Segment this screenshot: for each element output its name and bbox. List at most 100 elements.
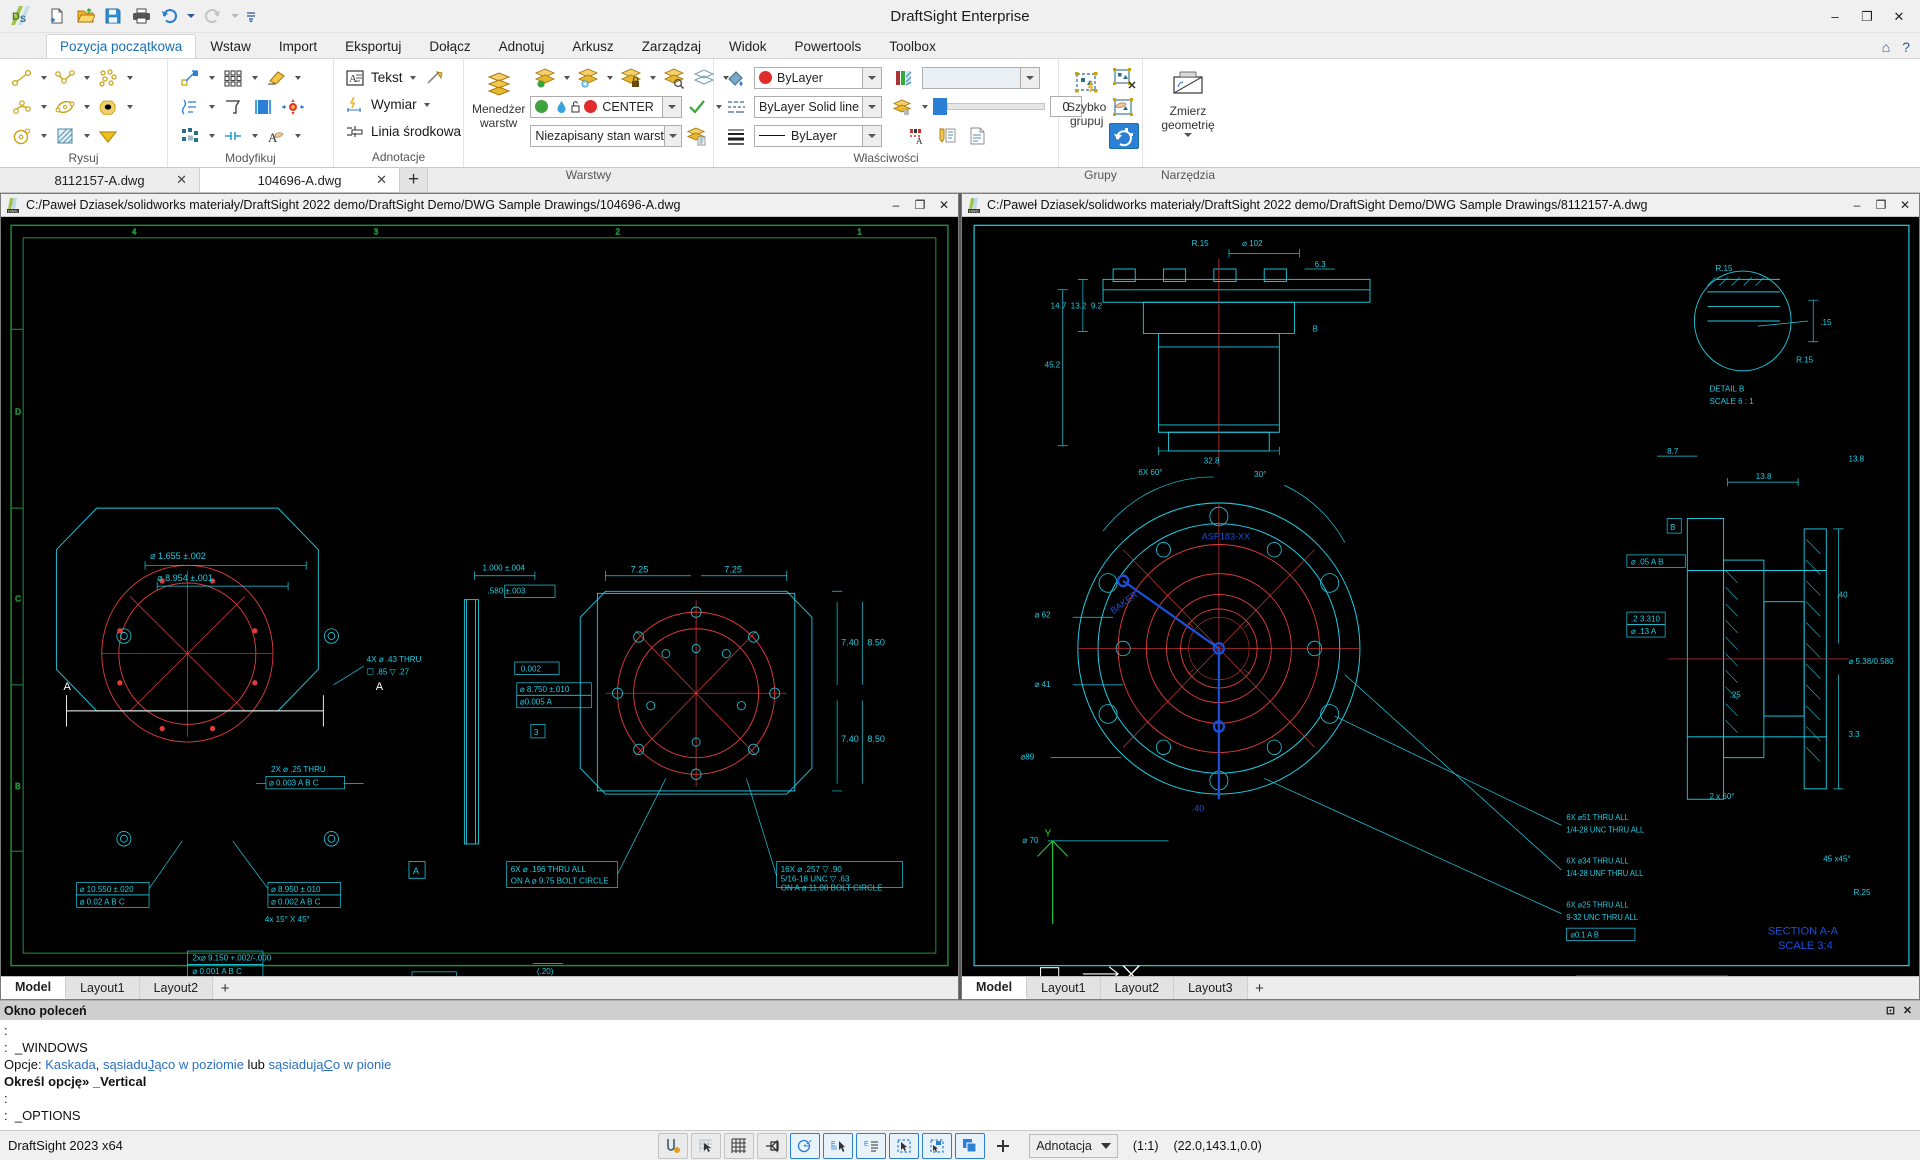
measure-dropdown-icon[interactable]	[1184, 133, 1192, 137]
tab-widok[interactable]: Widok	[715, 34, 781, 58]
measure-geometry-button[interactable]: Zmierz geometrię	[1150, 64, 1226, 166]
layer-lock-icon[interactable]	[616, 65, 646, 91]
drawing-maximize-button[interactable]: ❐	[1869, 195, 1893, 216]
undo-icon[interactable]	[156, 3, 182, 29]
text-button[interactable]: A Tekst	[341, 64, 407, 91]
grid-snap-toggle-icon[interactable]	[691, 1133, 721, 1159]
layer-freeze-icon[interactable]	[573, 65, 603, 91]
transparency-layer-icon[interactable]	[888, 94, 918, 120]
hatch-icon[interactable]	[50, 123, 80, 149]
current-layer-arrow-icon[interactable]	[662, 97, 681, 117]
select-group-icon[interactable]	[1109, 123, 1139, 149]
quick-group-button[interactable]: Szybko grupuj	[1066, 64, 1107, 166]
drawing-canvas-8112157[interactable]: 45.2 14.713.2 9.2 32.8 ⌀ 102 R.15 6.3 B	[962, 217, 1919, 976]
lineweight-arrow-icon[interactable]	[862, 126, 881, 146]
point-dropdown-icon[interactable]	[123, 65, 136, 91]
doc-tab-8112157[interactable]: 8112157-A.dwg ✕	[0, 168, 200, 192]
annotation-scale-combo[interactable]: Adnotacja	[1029, 1134, 1118, 1158]
move-icon[interactable]	[175, 65, 205, 91]
text-dropdown-icon[interactable]	[407, 65, 420, 91]
edit-group-icon[interactable]	[1109, 94, 1139, 120]
ellipse-icon[interactable]	[50, 94, 80, 120]
edit-text-icon[interactable]: A	[261, 123, 291, 149]
doc-tab-close-icon[interactable]: ✕	[176, 172, 187, 188]
drawing-minimize-button[interactable]: –	[884, 195, 908, 216]
new-layer-icon[interactable]	[530, 65, 560, 91]
command-option-horizontal[interactable]: sąsiaduJąco w poziomie	[103, 1057, 244, 1072]
minimize-button[interactable]: –	[1820, 4, 1850, 30]
polar-guides-toggle-icon[interactable]	[790, 1133, 820, 1159]
circle-icon[interactable]	[7, 123, 37, 149]
block-dropdown-icon[interactable]	[205, 123, 218, 149]
trim-dropdown-icon[interactable]	[205, 94, 218, 120]
chamfer-icon[interactable]	[218, 94, 248, 120]
tab-import[interactable]: Import	[265, 34, 331, 58]
customize-qat-icon[interactable]	[244, 3, 258, 29]
array-icon[interactable]	[218, 65, 248, 91]
add-layout-button[interactable]: +	[213, 977, 237, 999]
arc-dropdown-icon[interactable]	[37, 94, 50, 120]
print-style-combo[interactable]	[922, 67, 1040, 89]
drawing-maximize-button[interactable]: ❐	[908, 195, 932, 216]
arc-icon[interactable]	[7, 94, 37, 120]
layer-lock-dropdown-icon[interactable]	[646, 65, 659, 91]
polyline-dropdown-icon[interactable]	[80, 65, 93, 91]
color-palette-icon[interactable]	[888, 65, 918, 91]
layer-manager-button[interactable]: Menedżer warstw	[471, 64, 526, 166]
ellipse-dropdown-icon[interactable]	[80, 94, 93, 120]
add-layout-button[interactable]: +	[1248, 977, 1272, 999]
erase-icon[interactable]	[261, 65, 291, 91]
move-dropdown-icon[interactable]	[205, 65, 218, 91]
tab-powertools[interactable]: Powertools	[780, 34, 875, 58]
new-document-icon[interactable]	[44, 3, 70, 29]
layer-inspect-icon[interactable]	[659, 65, 689, 91]
layer-freeze-dropdown-icon[interactable]	[603, 65, 616, 91]
dimension-button[interactable]: Wymiar	[341, 91, 421, 118]
tab-toolbox[interactable]: Toolbox	[875, 34, 950, 58]
new-layer-dropdown-icon[interactable]	[560, 65, 573, 91]
tab-dolacz[interactable]: Dołącz	[415, 34, 484, 58]
color-picker-icon[interactable]	[721, 65, 751, 91]
drawing-close-button[interactable]: ✕	[932, 195, 956, 216]
edit-text-dropdown-icon[interactable]	[291, 123, 304, 149]
transparency-slider-track[interactable]	[947, 103, 1045, 110]
polyline-icon[interactable]	[50, 65, 80, 91]
layout-tab-layout2[interactable]: Layout2	[1101, 977, 1174, 999]
entity-tracking-toggle-icon[interactable]	[889, 1133, 919, 1159]
layer-states-manager-icon[interactable]	[682, 123, 712, 149]
layer-state-combo[interactable]: Niezapisany stan warstwy	[530, 125, 682, 147]
color-layer-props-icon[interactable]: A	[902, 123, 932, 149]
snap-mode-toggle-icon[interactable]	[658, 1133, 688, 1159]
ortho-mode-toggle-icon[interactable]	[757, 1133, 787, 1159]
save-icon[interactable]	[100, 3, 126, 29]
layout-tab-layout2[interactable]: Layout2	[140, 977, 213, 999]
linestyle-icon[interactable]	[721, 94, 751, 120]
color-combo[interactable]: ByLayer	[754, 67, 882, 89]
lineweight-icon[interactable]	[721, 123, 751, 149]
tab-wstaw[interactable]: Wstaw	[196, 34, 265, 58]
print-icon[interactable]	[128, 3, 154, 29]
ungroup-icon[interactable]	[1109, 65, 1139, 91]
circle-dropdown-icon[interactable]	[37, 123, 50, 149]
line-icon[interactable]	[7, 65, 37, 91]
tab-pozycja-poczatkowa[interactable]: Pozycja początkowa	[46, 34, 196, 58]
doc-tab-104696[interactable]: 104696-A.dwg ✕	[200, 168, 400, 192]
block-icon[interactable]	[175, 123, 205, 149]
current-layer-combo[interactable]: CENTER	[530, 96, 682, 118]
annotation-scale-arrow-icon[interactable]	[1101, 1143, 1111, 1149]
polygon-solid-icon[interactable]	[93, 94, 123, 120]
tab-eksportuj[interactable]: Eksportuj	[331, 34, 415, 58]
linestyle-arrow-icon[interactable]	[862, 97, 881, 117]
entity-snap-list-toggle-icon[interactable]: E	[856, 1133, 886, 1159]
text-style-icon[interactable]	[932, 123, 962, 149]
trim-icon[interactable]	[175, 94, 205, 120]
undo-dropdown-icon[interactable]	[184, 3, 198, 29]
color-arrow-icon[interactable]	[862, 68, 881, 88]
layout-tab-layout3[interactable]: Layout3	[1174, 977, 1247, 999]
drawing-canvas-104696[interactable]: 4321 DCB	[1, 217, 958, 976]
tab-arkusz[interactable]: Arkusz	[558, 34, 627, 58]
layout-tab-model[interactable]: Model	[1, 977, 66, 999]
dynamic-input-toggle-icon[interactable]	[922, 1133, 952, 1159]
centerline-button[interactable]: Linia środkowa	[341, 118, 465, 145]
leader-icon[interactable]	[420, 65, 450, 91]
